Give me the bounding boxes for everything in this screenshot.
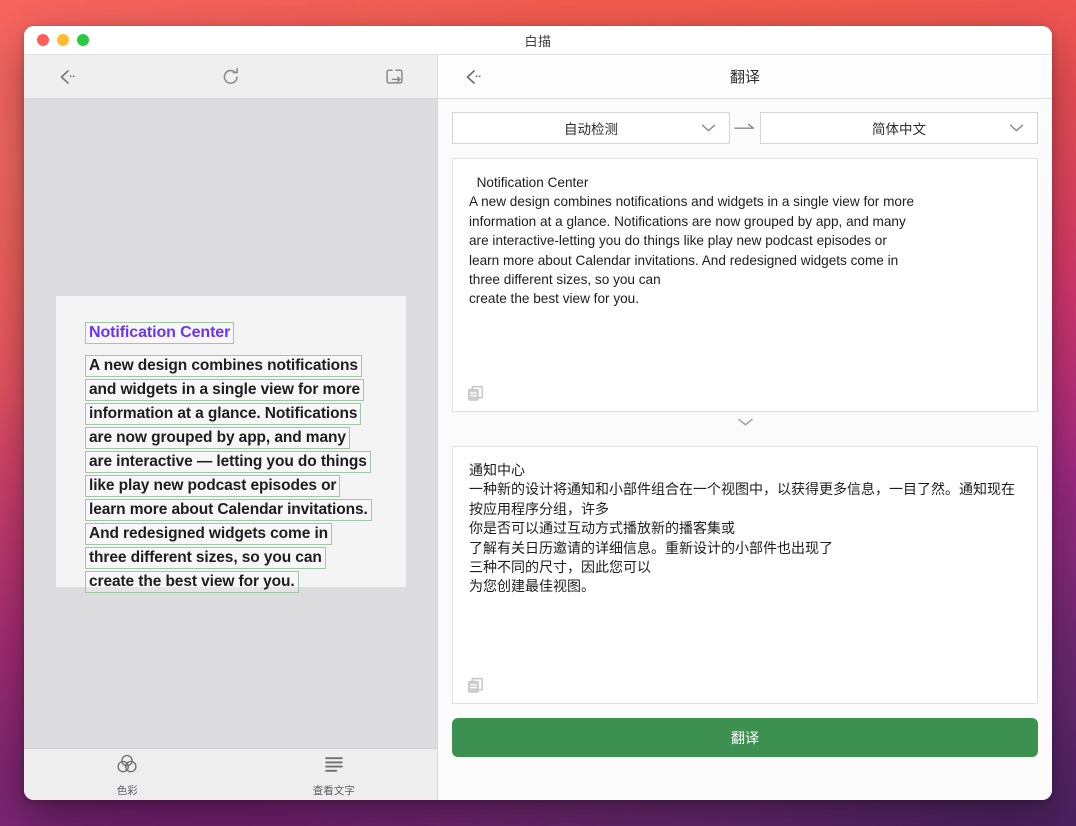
arrow-right-icon — [730, 122, 760, 134]
tab-view-text-label: 查看文字 — [312, 784, 355, 797]
target-text-card: 通知中心 一种新的设计将通知和小部件组合在一个视图中，以获得更多信息，一目了然。… — [452, 446, 1038, 704]
title-bar: 白描 — [24, 26, 1052, 55]
target-card-footer — [453, 673, 1037, 703]
target-text-area[interactable]: 通知中心 一种新的设计将通知和小部件组合在一个视图中，以获得更多信息，一目了然。… — [453, 447, 1037, 673]
app-window: 白描 Notification Center A new design comb… — [24, 26, 1052, 800]
export-button[interactable] — [377, 62, 411, 92]
page-title: 翻译 — [729, 69, 760, 86]
source-text-card: Notification Center A new design combine… — [452, 158, 1038, 412]
back-button[interactable] — [50, 62, 84, 92]
ocr-line[interactable]: And redesigned widgets come in — [85, 523, 333, 545]
ocr-result-sheet: Notification Center A new design combine… — [56, 296, 406, 593]
chevron-down-icon — [736, 414, 755, 432]
target-language-value: 简体中文 — [872, 122, 926, 137]
chevron-down-icon — [701, 124, 716, 133]
copy-target-button[interactable] — [467, 677, 484, 699]
text-lines-icon — [321, 752, 347, 781]
left-pane: Notification Center A new design combine… — [24, 55, 438, 800]
language-selector-row: 自动检测 简体中文 — [438, 99, 1052, 144]
translate-button[interactable]: 翻译 — [452, 718, 1038, 757]
ocr-line[interactable]: create the best view for you. — [85, 571, 299, 593]
copy-icon — [467, 385, 484, 407]
window-title: 白描 — [524, 33, 552, 49]
source-card-footer — [453, 381, 1037, 411]
refresh-icon — [220, 66, 242, 88]
image-canvas[interactable]: Notification Center A new design combine… — [24, 99, 437, 748]
refresh-button[interactable] — [214, 62, 248, 92]
ocr-title-box[interactable]: Notification Center — [85, 322, 235, 344]
ocr-line-list: A new design combines notifications and … — [85, 355, 406, 593]
target-language-select[interactable]: 简体中文 — [760, 112, 1038, 144]
ocr-line[interactable]: and widgets in a single view for more — [85, 379, 365, 401]
left-toolbar — [24, 55, 437, 99]
tab-view-text[interactable]: 查看文字 — [231, 749, 438, 800]
translate-back-button[interactable] — [456, 62, 490, 92]
ocr-line[interactable]: three different sizes, so you can — [85, 547, 326, 569]
ocr-line[interactable]: A new design combines notifications — [85, 355, 362, 377]
translate-pane: 翻译 自动检测 简体中文 Notification Center A new d… — [438, 55, 1052, 800]
back-chevron-icon — [56, 67, 78, 87]
ocr-line[interactable]: are now grouped by app, and many — [85, 427, 350, 449]
ocr-line[interactable]: are interactive — letting you do things — [85, 451, 371, 473]
collapse-divider-button[interactable] — [452, 413, 1038, 432]
source-text-area[interactable]: Notification Center A new design combine… — [453, 159, 1037, 381]
source-language-select[interactable]: 自动检测 — [452, 112, 730, 144]
tab-color-label: 色彩 — [116, 784, 138, 797]
chevron-down-icon — [1009, 124, 1024, 133]
copy-source-button[interactable] — [467, 385, 484, 407]
ocr-text-region: Notification Center A new design combine… — [56, 296, 406, 593]
left-tab-bar: 色彩 查看文字 — [24, 748, 437, 800]
ocr-line[interactable]: like play new podcast episodes or — [85, 475, 341, 497]
export-icon — [382, 66, 406, 88]
main-split: Notification Center A new design combine… — [24, 55, 1052, 800]
translate-header: 翻译 — [438, 55, 1052, 99]
ocr-line[interactable]: information at a glance. Notifications — [85, 403, 362, 425]
ocr-line[interactable]: learn more about Calendar invitations. — [85, 499, 372, 521]
source-language-value: 自动检测 — [564, 122, 618, 137]
tab-color[interactable]: 色彩 — [24, 749, 231, 800]
copy-icon — [467, 677, 484, 699]
venn-circles-icon — [114, 752, 140, 781]
back-chevron-icon — [462, 67, 484, 87]
